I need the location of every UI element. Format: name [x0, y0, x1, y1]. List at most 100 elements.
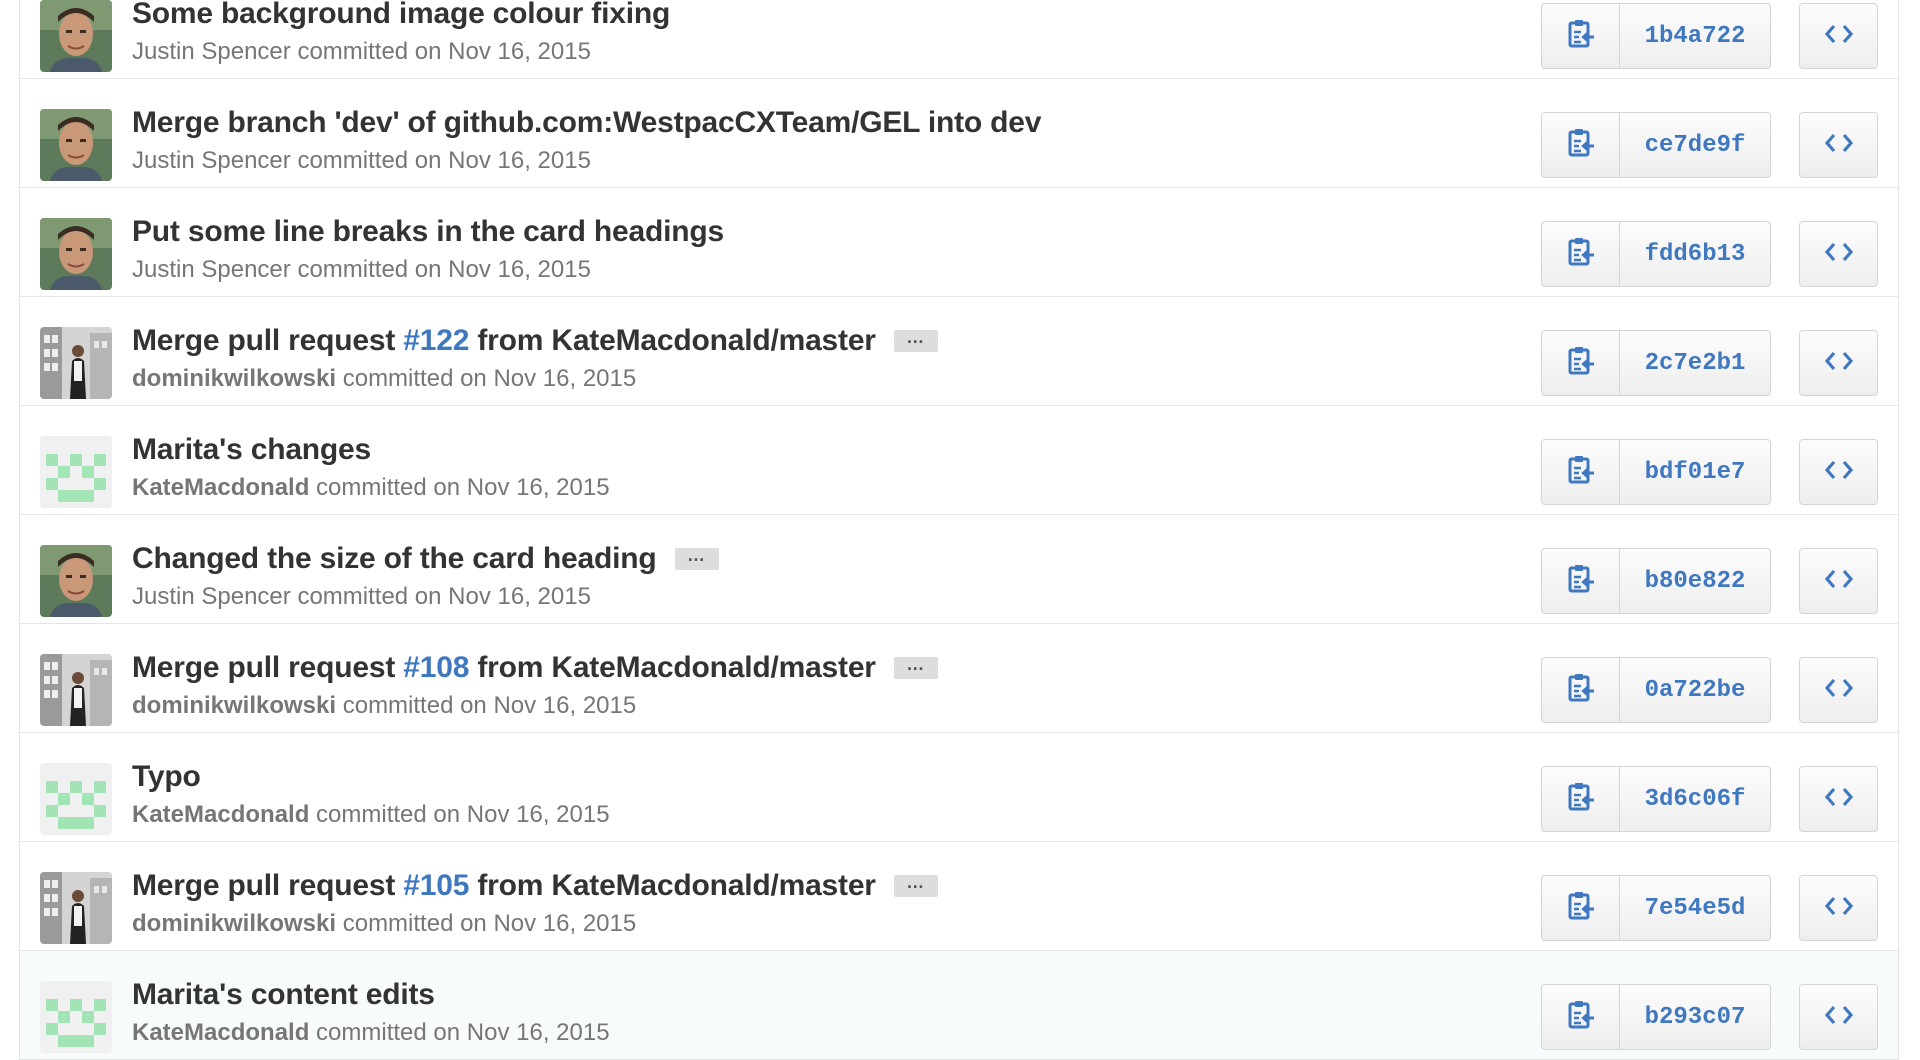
sha-button-group: 7e54e5d	[1541, 875, 1771, 941]
commit-author[interactable]: KateMacdonald	[132, 474, 309, 501]
commit-message[interactable]: Put some line breaks in the card heading…	[132, 215, 724, 249]
copy-sha-button[interactable]	[1541, 766, 1620, 832]
code-icon	[1824, 896, 1853, 921]
commit-message-text[interactable]: Typo	[132, 760, 201, 793]
commit-author[interactable]: Justin Spencer	[132, 256, 291, 283]
copy-sha-button[interactable]	[1541, 875, 1620, 941]
commit-message-text[interactable]: Merge branch 'dev' of github.com:Westpac…	[132, 106, 1041, 139]
copy-sha-button[interactable]	[1541, 112, 1620, 178]
avatar[interactable]	[40, 981, 112, 1053]
code-icon	[1824, 133, 1853, 158]
browse-code-button[interactable]	[1799, 221, 1878, 287]
commit-message-text[interactable]: Changed the size of the card heading	[132, 542, 657, 575]
commit-meta: dominikwilkowski committed on Nov 16, 20…	[132, 910, 636, 938]
commit-message[interactable]: Merge pull request #122 from KateMacdona…	[132, 324, 876, 358]
avatar[interactable]	[40, 436, 112, 508]
commit-sha-link[interactable]: bdf01e7	[1620, 439, 1771, 505]
browse-code-button[interactable]	[1799, 984, 1878, 1050]
copy-sha-button[interactable]	[1541, 984, 1620, 1050]
commit-meta: Justin Spencer committed on Nov 16, 2015	[132, 38, 591, 66]
commit-author[interactable]: dominikwilkowski	[132, 365, 336, 392]
commit-date: committed on Nov 16, 2015	[297, 147, 591, 174]
commit-sha-link[interactable]: 1b4a722	[1620, 3, 1771, 69]
commit-message-text[interactable]: Merge pull request	[132, 869, 403, 902]
pull-request-link[interactable]: #105	[403, 869, 469, 902]
clipboard-icon	[1567, 891, 1595, 926]
browse-code-button[interactable]	[1799, 330, 1878, 396]
pull-request-link[interactable]: #122	[403, 324, 469, 357]
browse-code-button[interactable]	[1799, 766, 1878, 832]
browse-code-button[interactable]	[1799, 439, 1878, 505]
commit-author[interactable]: Justin Spencer	[132, 147, 291, 174]
expand-message-button[interactable]: …	[893, 328, 938, 352]
commit-sha-link[interactable]: b293c07	[1620, 984, 1771, 1050]
copy-sha-button[interactable]	[1541, 439, 1620, 505]
commit-sha-link[interactable]: 3d6c06f	[1620, 766, 1771, 832]
commit-message[interactable]: Typo	[132, 760, 201, 794]
commit-message-text[interactable]: Put some line breaks in the card heading…	[132, 215, 724, 248]
commit-sha-link[interactable]: 2c7e2b1	[1620, 330, 1771, 396]
copy-sha-button[interactable]	[1541, 548, 1620, 614]
expand-message-button[interactable]: …	[674, 546, 719, 570]
commit-author[interactable]: KateMacdonald	[132, 801, 309, 828]
commit-message[interactable]: Merge pull request #105 from KateMacdona…	[132, 869, 876, 903]
commit-message[interactable]: Some background image colour fixing	[132, 0, 670, 31]
commit-sha-link[interactable]: 0a722be	[1620, 657, 1771, 723]
copy-sha-button[interactable]	[1541, 221, 1620, 287]
avatar[interactable]	[40, 327, 112, 399]
commit-sha-link[interactable]: 7e54e5d	[1620, 875, 1771, 941]
commit-author[interactable]: Justin Spencer	[132, 583, 291, 610]
clipboard-icon	[1567, 1000, 1595, 1035]
commit-sha-link[interactable]: b80e822	[1620, 548, 1771, 614]
commit-message[interactable]: Marita's changes	[132, 433, 371, 467]
commit-message[interactable]: Marita's content edits	[132, 978, 435, 1012]
commit-author[interactable]: dominikwilkowski	[132, 910, 336, 937]
commit-author[interactable]: KateMacdonald	[132, 1019, 309, 1046]
browse-code-button[interactable]	[1799, 875, 1878, 941]
copy-sha-button[interactable]	[1541, 330, 1620, 396]
copy-sha-button[interactable]	[1541, 657, 1620, 723]
commit-message[interactable]: Merge pull request #108 from KateMacdona…	[132, 651, 876, 685]
commit-message-text[interactable]: Marita's content edits	[132, 978, 435, 1011]
browse-code-button[interactable]	[1799, 3, 1878, 69]
copy-sha-button[interactable]	[1541, 3, 1620, 69]
commit-message[interactable]: Merge branch 'dev' of github.com:Westpac…	[132, 106, 1041, 140]
clipboard-icon	[1567, 19, 1595, 54]
commit-date: committed on Nov 16, 2015	[297, 583, 591, 610]
commit-date: committed on Nov 16, 2015	[342, 910, 637, 937]
avatar[interactable]	[40, 654, 112, 726]
avatar[interactable]	[40, 0, 112, 72]
commit-author[interactable]: Justin Spencer	[132, 38, 291, 65]
commit-message-text-rest[interactable]: from KateMacdonald/master	[469, 869, 876, 902]
commit-message-text-rest[interactable]: from KateMacdonald/master	[469, 651, 876, 684]
browse-code-button[interactable]	[1799, 548, 1878, 614]
commit-author[interactable]: dominikwilkowski	[132, 692, 336, 719]
code-icon	[1824, 1005, 1853, 1030]
commit-message-text[interactable]: Marita's changes	[132, 433, 371, 466]
avatar[interactable]	[40, 763, 112, 835]
commit-row: Typo KateMacdonald committed on Nov 16, …	[20, 733, 1898, 842]
avatar[interactable]	[40, 872, 112, 944]
commit-message-text[interactable]: Merge pull request	[132, 651, 403, 684]
commit-title-line: Marita's content edits	[132, 977, 435, 1013]
commit-message[interactable]: Changed the size of the card heading	[132, 542, 657, 576]
expand-message-button[interactable]: …	[893, 873, 938, 897]
avatar-photo	[40, 872, 112, 944]
browse-code-button[interactable]	[1799, 657, 1878, 723]
code-icon	[1824, 787, 1853, 812]
browse-code-button[interactable]	[1799, 112, 1878, 178]
avatar[interactable]	[40, 545, 112, 617]
avatar-photo	[40, 218, 112, 290]
commit-message-text-rest[interactable]: from KateMacdonald/master	[469, 324, 876, 357]
commit-message-text[interactable]: Merge pull request	[132, 324, 403, 357]
avatar[interactable]	[40, 109, 112, 181]
pull-request-link[interactable]: #108	[403, 651, 469, 684]
commit-sha-link[interactable]: fdd6b13	[1620, 221, 1771, 287]
commit-date: committed on Nov 16, 2015	[342, 692, 637, 719]
avatar[interactable]	[40, 218, 112, 290]
expand-message-button[interactable]: …	[893, 655, 938, 679]
commit-message-text[interactable]: Some background image colour fixing	[132, 0, 670, 30]
commit-sha-link[interactable]: ce7de9f	[1620, 112, 1771, 178]
commit-date: committed on Nov 16, 2015	[297, 38, 591, 65]
commit-meta: dominikwilkowski committed on Nov 16, 20…	[132, 365, 636, 393]
